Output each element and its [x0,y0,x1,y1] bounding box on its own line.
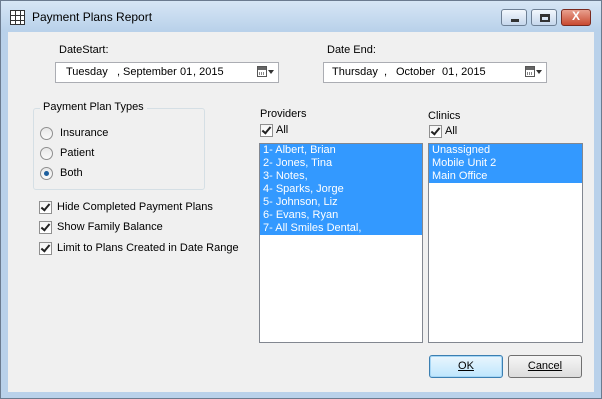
checkmark-icon [40,242,51,253]
date-start-separator: , [117,66,121,78]
ok-button[interactable]: OK [429,355,503,378]
date-end-separator: , [384,66,388,78]
list-item[interactable]: Main Office [429,170,582,183]
radio-both-label[interactable]: Both [60,167,83,179]
providers-all-label[interactable]: All [276,124,288,136]
date-start-picker[interactable]: Tuesday , September 01 , 2015 [55,62,279,83]
show-family-balance-box[interactable] [39,221,52,234]
ok-label: OK [458,360,474,372]
date-end-month[interactable]: October [396,66,435,78]
radio-both-indicator[interactable] [40,167,53,180]
payment-plans-report-window: Payment Plans Report X DateStart: Tuesda… [0,0,602,399]
date-end-year[interactable]: , 2015 [455,66,486,78]
close-button[interactable]: X [561,9,591,26]
checkmark-icon [430,125,441,136]
providers-title: Providers [260,108,307,120]
list-item[interactable]: 1- Albert, Brian [260,144,422,157]
date-end-calendar-button[interactable] [523,65,543,80]
show-family-balance-label[interactable]: Show Family Balance [57,221,163,233]
chevron-down-icon [536,70,542,74]
radio-patient-indicator[interactable] [40,147,53,160]
clinics-all-box[interactable] [429,125,442,138]
limit-date-range-label[interactable]: Limit to Plans Created in Date Range [57,242,239,254]
maximize-button[interactable] [531,9,557,26]
clinics-all-label[interactable]: All [445,125,457,137]
hide-completed-box[interactable] [39,201,52,214]
list-item[interactable]: 7- All Smiles Dental, [260,222,422,235]
date-start-month[interactable]: September [123,66,177,78]
list-item[interactable]: Mobile Unit 2 [429,157,582,170]
title-bar[interactable]: Payment Plans Report X [1,1,601,31]
minimize-button[interactable] [501,9,527,26]
window-title: Payment Plans Report [32,10,153,24]
payment-plan-types-title: Payment Plan Types [40,101,147,113]
clinics-title: Clinics [428,110,461,122]
cancel-button[interactable]: Cancel [508,355,582,378]
radio-insurance-label[interactable]: Insurance [60,127,108,139]
providers-all-box[interactable] [260,124,273,137]
date-start-calendar-button[interactable] [255,65,275,80]
date-end-label: Date End: [327,44,376,56]
list-item[interactable]: 3- Notes, [260,170,422,183]
date-end-weekday[interactable]: Thursday [332,66,378,78]
cancel-label: Cancel [527,360,563,372]
date-end-picker[interactable]: Thursday , October 01 , 2015 [323,62,547,83]
radio-patient-label[interactable]: Patient [60,147,94,159]
limit-date-range-box[interactable] [39,242,52,255]
date-end-day[interactable]: 01 [442,66,454,78]
clinics-listbox[interactable]: Unassigned Mobile Unit 2 Main Office [428,143,583,343]
list-item[interactable]: 4- Sparks, Jorge [260,183,422,196]
checkmark-icon [40,221,51,232]
dialog-body: DateStart: Tuesday , September 01 , 2015… [8,32,594,392]
minimize-icon [511,19,519,22]
list-item[interactable]: 2- Jones, Tina [260,157,422,170]
list-item[interactable]: 6- Evans, Ryan [260,209,422,222]
calendar-icon [525,66,535,77]
chevron-down-icon [268,70,274,74]
calendar-icon [257,66,267,77]
checkmark-icon [261,124,272,135]
hide-completed-label[interactable]: Hide Completed Payment Plans [57,201,213,213]
date-start-label: DateStart: [59,44,109,56]
providers-listbox[interactable]: 1- Albert, Brian 2- Jones, Tina 3- Notes… [259,143,423,343]
payment-plan-types-group: Payment Plan Types Insurance Patient Bot… [33,101,205,190]
radio-insurance-indicator[interactable] [40,127,53,140]
checkmark-icon [40,201,51,212]
maximize-icon [540,14,550,22]
list-item[interactable]: 5- Johnson, Liz [260,196,422,209]
date-start-day[interactable]: 01 [180,66,192,78]
grid-report-icon [10,10,25,25]
close-icon: X [571,9,580,23]
date-start-weekday[interactable]: Tuesday [66,66,108,78]
date-start-year[interactable]: , 2015 [193,66,224,78]
list-item[interactable]: Unassigned [429,144,582,157]
